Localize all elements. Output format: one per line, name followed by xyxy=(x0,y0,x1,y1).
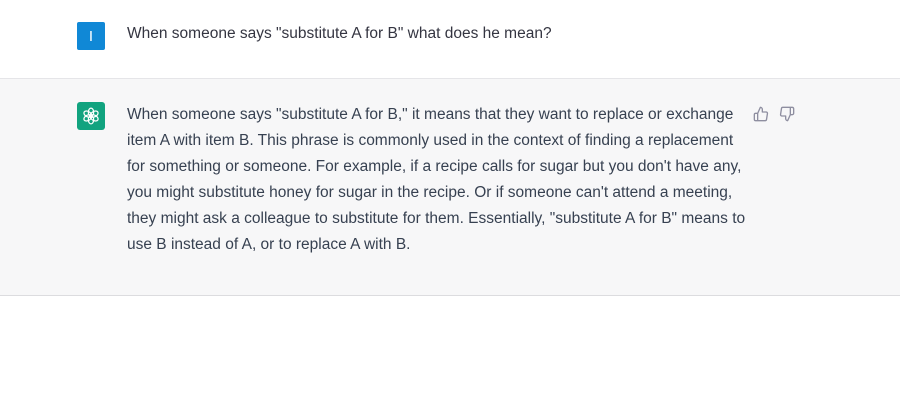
feedback-buttons xyxy=(752,105,796,123)
assistant-avatar xyxy=(77,102,105,130)
assistant-message-row: When someone says "substitute A for B," … xyxy=(0,79,900,296)
thumbs-up-button[interactable] xyxy=(752,105,770,123)
thumbs-down-button[interactable] xyxy=(778,105,796,123)
thumbs-up-icon xyxy=(753,106,769,122)
openai-logo-icon xyxy=(83,107,99,125)
thumbs-down-icon xyxy=(779,106,795,122)
chat-thread: I When someone says "substitute A for B"… xyxy=(0,0,900,406)
user-avatar: I xyxy=(77,22,105,50)
user-message-row: I When someone says "substitute A for B"… xyxy=(0,0,900,79)
user-message-text: When someone says "substitute A for B" w… xyxy=(127,25,552,42)
assistant-message-text: When someone says "substitute A for B," … xyxy=(127,106,746,253)
user-avatar-initial: I xyxy=(88,27,94,45)
